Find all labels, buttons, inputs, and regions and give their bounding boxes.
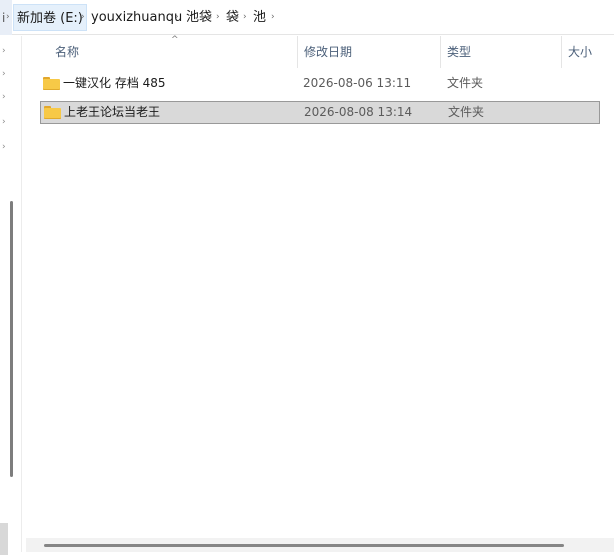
column-header-type[interactable]: 类型 (447, 36, 471, 68)
file-row[interactable]: 一键汉化 存档 485 2026-08-06 13:11 文件夹 (40, 73, 600, 96)
file-name: 上老王论坛当老王 (64, 105, 161, 119)
nav-expand-chevron-icon[interactable]: › (2, 46, 6, 56)
nav-expand-chevron-icon[interactable]: › (2, 142, 6, 152)
breadcrumb-chi[interactable]: 池 (250, 4, 269, 31)
file-date-modified: 2026-08-08 13:14 (304, 105, 413, 119)
nav-scrollbar-thumb[interactable] (0, 523, 8, 555)
column-header-size[interactable]: 大小 (568, 36, 592, 68)
column-divider[interactable] (561, 36, 562, 68)
address-left-mark: i (2, 11, 6, 25)
file-date-modified: 2026-08-06 13:11 (303, 76, 412, 90)
nav-expand-chevron-icon[interactable]: › (2, 69, 6, 79)
file-type: 文件夹 (448, 105, 485, 119)
navigation-pane[interactable]: › › › › › (0, 36, 22, 555)
column-header-name[interactable]: 名称 (55, 36, 79, 68)
column-divider[interactable] (297, 36, 298, 68)
folder-icon (44, 106, 61, 119)
breadcrumb-separator[interactable]: › (243, 10, 247, 24)
column-header-row: ^ 名称 修改日期 类型 大小 (26, 35, 614, 68)
breadcrumb-separator[interactable]: › (271, 10, 275, 24)
folder-icon (43, 77, 60, 90)
column-header-date-modified[interactable]: 修改日期 (304, 36, 352, 68)
horizontal-scrollbar[interactable] (26, 538, 614, 552)
file-name: 一键汉化 存档 485 (63, 76, 166, 90)
sort-ascending-icon: ^ (171, 35, 179, 45)
nav-expand-chevron-icon[interactable]: › (2, 117, 6, 127)
breadcrumb-chidai[interactable]: 池袋 (183, 4, 215, 31)
breadcrumb-separator: › (6, 12, 10, 22)
nav-expand-chevron-icon[interactable]: › (2, 92, 6, 102)
nav-scrollbar[interactable] (10, 201, 13, 477)
horizontal-scrollbar-thumb[interactable] (44, 544, 564, 547)
address-bar[interactable]: i › 新加卷 (E:) › youxizhuanqu › 池袋 › 袋 › 池… (0, 0, 614, 35)
breadcrumb-dai[interactable]: 袋 (223, 4, 242, 31)
breadcrumb-youxizhuanqu[interactable]: youxizhuanqu (88, 4, 185, 31)
breadcrumb-separator[interactable]: › (175, 10, 179, 24)
column-divider[interactable] (440, 36, 441, 68)
breadcrumb-separator[interactable]: › (216, 10, 220, 24)
breadcrumb-separator[interactable]: › (81, 10, 85, 24)
breadcrumb-drive[interactable]: 新加卷 (E:) (13, 4, 87, 31)
file-type: 文件夹 (447, 76, 484, 90)
file-row-selected[interactable]: 上老王论坛当老王 2026-08-08 13:14 文件夹 (40, 101, 600, 124)
